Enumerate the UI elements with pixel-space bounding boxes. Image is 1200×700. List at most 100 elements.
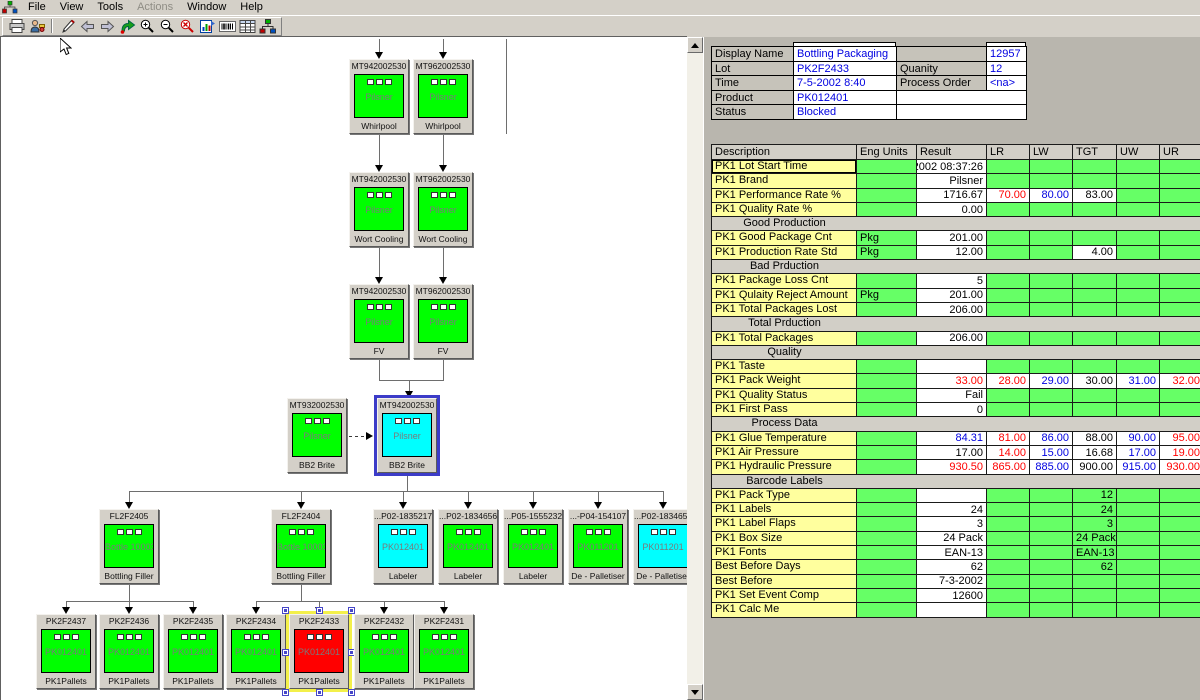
- toolbar-zoom-in-button[interactable]: [137, 18, 157, 34]
- toolbar-print-button[interactable]: [7, 18, 27, 34]
- edit-icon: [59, 19, 76, 34]
- node-process-label: PK1Pallets: [227, 674, 285, 688]
- toolbar-go-button[interactable]: [117, 18, 137, 34]
- lot-node-p021834656[interactable]: ...P02-1834656PK012401Labeler: [438, 509, 498, 584]
- node-product-label: PK012401: [105, 647, 153, 657]
- cell-eng: [857, 489, 917, 503]
- lot-node-fl2f2404[interactable]: FL2F2404Bottle 10003Bottling Filler: [271, 509, 331, 584]
- toolbar-edit-button[interactable]: [57, 18, 77, 34]
- row-label[interactable]: PK1 Fonts: [712, 546, 857, 560]
- lot-node-mt942002530[interactable]: MT942002530PilsnerFV: [349, 284, 409, 359]
- scrollbar-up-button[interactable]: [687, 37, 703, 53]
- toolbar-zoom-reset-button[interactable]: [177, 18, 197, 34]
- row-label[interactable]: PK1 Qulaity Reject Amount: [712, 289, 857, 303]
- lot-node-fl2f2405[interactable]: FL2F2405Bottle 10003Bottling Filler: [99, 509, 159, 584]
- selection-handle[interactable]: [282, 649, 289, 656]
- tree-scrollbar-track[interactable]: [687, 37, 703, 700]
- toolbar-grid-button[interactable]: [237, 18, 257, 34]
- lot-node-pk2f2431[interactable]: PK2F2431PK012401PK1Pallets: [414, 614, 474, 689]
- row-label[interactable]: PK1 Quality Status: [712, 389, 857, 403]
- node-process-label: PK1Pallets: [100, 674, 158, 688]
- menu-window[interactable]: Window: [180, 1, 233, 13]
- menu-help[interactable]: Help: [233, 1, 270, 13]
- row-label[interactable]: PK1 Quality Rate %: [712, 203, 857, 217]
- row-label[interactable]: PK1 Calc Me: [712, 603, 857, 617]
- lot-node-pk2f2436[interactable]: PK2F2436PK012401PK1Pallets: [99, 614, 159, 689]
- cell-tgt: 12: [1073, 489, 1117, 503]
- toolbar-genealogy-button[interactable]: [257, 18, 277, 34]
- row-label[interactable]: PK1 Labels: [712, 503, 857, 517]
- row-label[interactable]: PK1 Production Rate Std: [712, 246, 857, 260]
- selection-handle[interactable]: [348, 607, 355, 614]
- row-label[interactable]: PK1 Total Packages: [712, 332, 857, 346]
- cell-tgt: 24: [1073, 503, 1117, 517]
- toolbar-forward-button[interactable]: [97, 18, 117, 34]
- lot-node-pk2f2434[interactable]: PK2F2434PK012401PK1Pallets: [226, 614, 286, 689]
- lot-node-mt942002530[interactable]: MT942002530PilsnerWort Cooling: [349, 172, 409, 247]
- row-label[interactable]: PK1 Box Size: [712, 532, 857, 546]
- menu-tools[interactable]: Tools: [90, 1, 130, 13]
- node-product-label: PK012401: [232, 647, 280, 657]
- cell-eng: Pkg: [857, 246, 917, 260]
- toolbar-barcode-button[interactable]: [217, 18, 237, 34]
- row-label[interactable]: PK1 Label Flaps: [712, 517, 857, 531]
- lot-node-pk2f2432[interactable]: PK2F2432PK012401PK1Pallets: [354, 614, 414, 689]
- row-label[interactable]: PK1 Good Package Cnt: [712, 231, 857, 245]
- cell-uw: [1117, 303, 1160, 317]
- lot-node-pk2f2435[interactable]: PK2F2435PK012401PK1Pallets: [163, 614, 223, 689]
- row-label[interactable]: PK1 Brand: [712, 174, 857, 188]
- row-label[interactable]: PK1 Air Pressure: [712, 446, 857, 460]
- row-label[interactable]: PK1 Pack Weight: [712, 374, 857, 388]
- lot-node-pk2f2433[interactable]: PK2F2433PK012401PK1Pallets: [289, 614, 349, 689]
- lot-node-mt942002530[interactable]: MT942002530PilsnerWhirlpool: [349, 59, 409, 134]
- lot-node-p051555232[interactable]: ...P05-1555232PK012401Labeler: [503, 509, 563, 584]
- row-label[interactable]: PK1 Performance Rate %: [712, 189, 857, 203]
- toolbar-back-button[interactable]: [77, 18, 97, 34]
- row-label[interactable]: PK1 Taste: [712, 360, 857, 374]
- selection-handle[interactable]: [282, 607, 289, 614]
- selection-handle[interactable]: [348, 689, 355, 696]
- row-label[interactable]: PK1 Glue Temperature: [712, 432, 857, 446]
- menu-actions[interactable]: Actions: [130, 1, 180, 13]
- lot-node-p021834656[interactable]: ...P02-1834656PK011201De - Palletiser: [633, 509, 687, 584]
- row-label[interactable]: PK1 Set Event Comp: [712, 589, 857, 603]
- node-id-label: MT942002530: [350, 173, 408, 186]
- row-label[interactable]: PK1 First Pass: [712, 403, 857, 417]
- lot-node-mt932002530[interactable]: MT932002530PilsnerBB2 Brite: [287, 398, 347, 473]
- row-label[interactable]: PK1 Lot Start Time: [712, 160, 857, 174]
- node-body: Pilsner: [418, 74, 468, 118]
- cell-ur: [1160, 332, 1200, 346]
- lot-node-mt942002530[interactable]: MT942002530PilsnerBB2 Brite: [377, 398, 437, 473]
- cell-result: 1716.67: [917, 189, 987, 203]
- toolbar-report-button[interactable]: [197, 18, 217, 34]
- lot-node-p04154107[interactable]: ...-P04-154107PK011201De - Palletiser: [568, 509, 628, 584]
- row-label[interactable]: PK1 Package Loss Cnt: [712, 274, 857, 288]
- lot-node-p021835217[interactable]: ...P02-1835217PK012401Labeler: [373, 509, 433, 584]
- lot-node-mt962002530[interactable]: MT962002530PilsnerFV: [413, 284, 473, 359]
- row-label[interactable]: PK1 Pack Type: [712, 489, 857, 503]
- table-row: PK1 Total Packages206.00: [712, 332, 1200, 346]
- row-label[interactable]: PK1 Total Packages Lost: [712, 303, 857, 317]
- node-status-square: [367, 304, 374, 310]
- lot-node-mt962002530[interactable]: MT962002530PilsnerWort Cooling: [413, 172, 473, 247]
- toolbar-permissions-button[interactable]: [27, 18, 47, 34]
- connector-line: [407, 473, 408, 491]
- row-label[interactable]: Best Before Days: [712, 560, 857, 574]
- row-label[interactable]: Best Before: [712, 575, 857, 589]
- selection-handle[interactable]: [316, 689, 323, 696]
- lot-node-pk2f2437[interactable]: PK2F2437PK012401PK1Pallets: [36, 614, 96, 689]
- cell-tgt: [1073, 289, 1117, 303]
- cell-result: 3: [917, 517, 987, 531]
- cell-eng: Pkg: [857, 231, 917, 245]
- menu-file[interactable]: File: [21, 1, 53, 13]
- selection-handle[interactable]: [282, 689, 289, 696]
- menu-view[interactable]: View: [53, 1, 91, 13]
- row-label[interactable]: PK1 Hydraulic Pressure: [712, 460, 857, 474]
- connector-arrow: [464, 502, 472, 509]
- selection-handle[interactable]: [316, 607, 323, 614]
- connector-arrow: [440, 607, 448, 614]
- scrollbar-down-button[interactable]: [687, 684, 703, 700]
- node-status-square: [413, 418, 420, 424]
- lot-node-mt962002530[interactable]: MT962002530PilsnerWhirlpool: [413, 59, 473, 134]
- toolbar-zoom-out-button[interactable]: [157, 18, 177, 34]
